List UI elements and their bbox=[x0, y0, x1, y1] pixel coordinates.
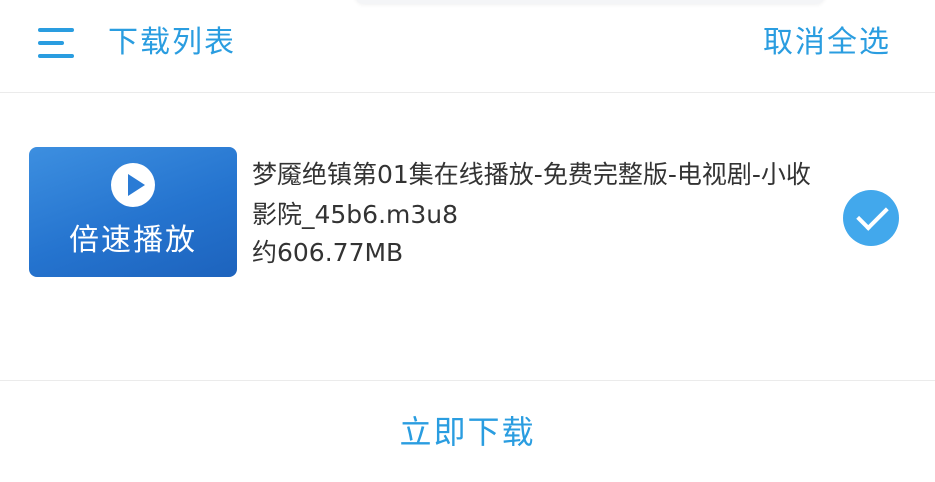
video-thumbnail[interactable]: 倍速播放 bbox=[29, 147, 237, 277]
menu-line bbox=[38, 28, 74, 32]
menu-line bbox=[38, 54, 74, 58]
footer: 立即下载 bbox=[0, 380, 935, 482]
file-name: 梦魇绝镇第01集在线播放-免费完整版-电视剧-小收影院_45b6.m3u8 bbox=[252, 160, 811, 229]
deselect-all-button[interactable]: 取消全选 bbox=[763, 22, 891, 64]
play-icon bbox=[111, 163, 155, 207]
download-list-page: 下载列表 取消全选 倍速播放 梦魇绝镇第01集在线播放-免费完整版-电视剧-小收… bbox=[0, 0, 935, 482]
selected-check-icon[interactable] bbox=[843, 190, 899, 246]
play-triangle bbox=[128, 174, 145, 196]
download-now-button[interactable]: 立即下载 bbox=[0, 381, 935, 482]
page-title: 下载列表 bbox=[108, 25, 236, 60]
download-list-item[interactable]: 倍速播放 梦魇绝镇第01集在线播放-免费完整版-电视剧-小收影院_45b6.m3… bbox=[0, 93, 935, 379]
menu-line bbox=[38, 41, 64, 45]
menu-icon[interactable] bbox=[38, 26, 78, 62]
thumbnail-label: 倍速播放 bbox=[69, 223, 197, 258]
file-size: 约606.77MB bbox=[252, 238, 404, 267]
header: 下载列表 取消全选 bbox=[0, 0, 935, 93]
